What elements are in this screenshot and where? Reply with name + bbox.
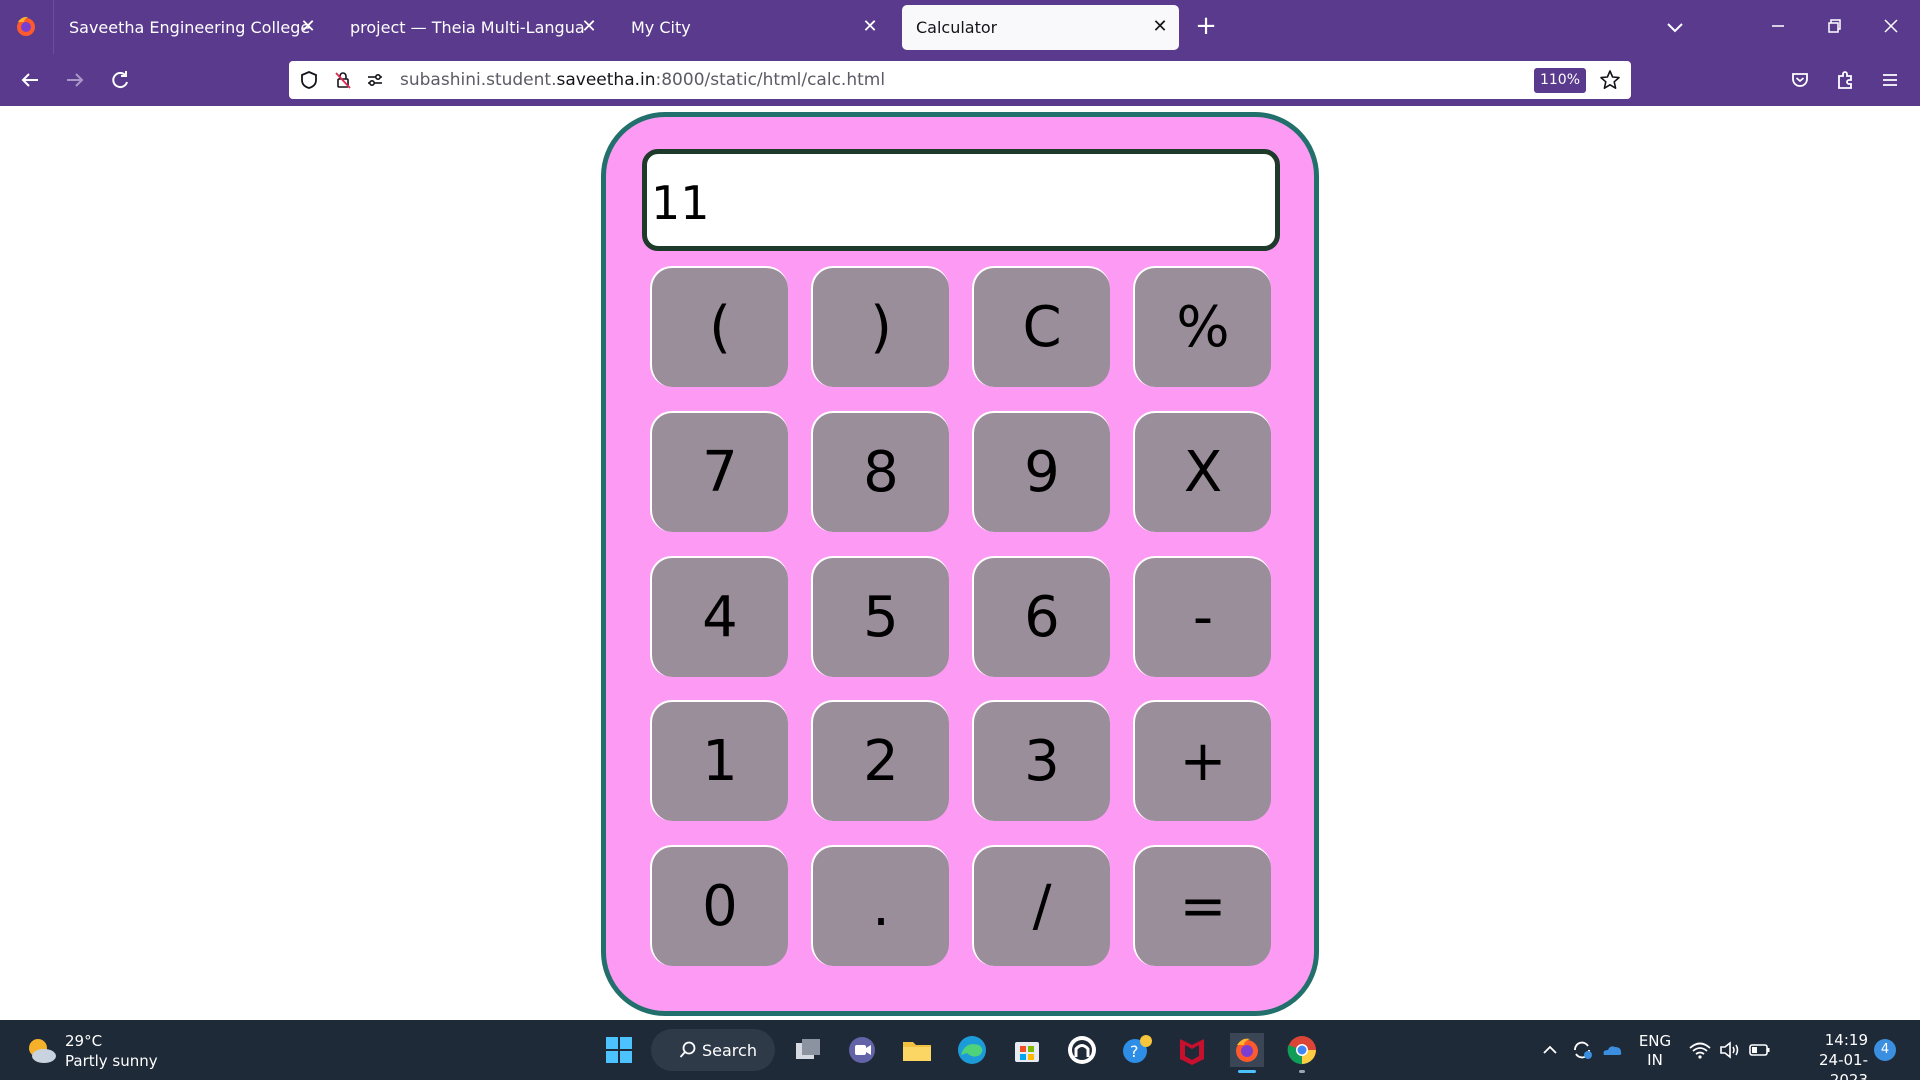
zoom-level-badge[interactable]: 110%	[1534, 68, 1586, 93]
key-0[interactable]: 0	[650, 845, 788, 966]
key-2[interactable]: 2	[811, 700, 949, 821]
volume-speaker-icon[interactable]	[1718, 1039, 1742, 1061]
extensions-puzzle-icon[interactable]	[1831, 66, 1859, 94]
task-view-icon[interactable]	[791, 1033, 825, 1067]
key-4[interactable]: 4	[650, 556, 788, 677]
weather-temperature: 29°C	[65, 1032, 103, 1050]
clock-date: 24-01-2023	[1819, 1051, 1868, 1089]
github-desktop-icon[interactable]	[1065, 1033, 1099, 1067]
battery-icon[interactable]	[1748, 1039, 1772, 1061]
new-tab-button[interactable]: +	[1192, 13, 1220, 41]
tab-calculator[interactable]: Calculator ✕	[902, 5, 1179, 50]
pocket-icon[interactable]	[1786, 66, 1814, 94]
show-hidden-icons-chevron-icon[interactable]	[1538, 1039, 1562, 1061]
restore-icon[interactable]	[1820, 12, 1848, 40]
address-bar[interactable]: subashini.student.saveetha.in:8000/stati…	[289, 61, 1631, 99]
key-equals[interactable]: =	[1133, 845, 1271, 966]
key-5[interactable]: 5	[811, 556, 949, 677]
search-icon	[679, 1041, 696, 1058]
navigation-toolbar: subashini.student.saveetha.in:8000/stati…	[0, 54, 1920, 106]
url-subdomain: subashini.student.	[400, 70, 557, 90]
key-close-paren[interactable]: )	[811, 266, 949, 387]
calculator-body: 11 ( ) C % 7 8 9 X 4 5 6 - 1 2 3 + 0 . /…	[601, 112, 1319, 1016]
firefox-logo-icon[interactable]	[12, 12, 40, 40]
tab-close-icon[interactable]: ✕	[1149, 16, 1171, 38]
tab-separator	[53, 0, 54, 54]
permissions-icon[interactable]	[365, 70, 385, 90]
tab-close-icon[interactable]: ✕	[578, 16, 600, 38]
running-app-indicator	[1299, 1070, 1305, 1073]
minimize-icon[interactable]	[1764, 12, 1792, 40]
tab-saveetha[interactable]: Saveetha Engineering College ✕	[55, 5, 327, 50]
key-1[interactable]: 1	[650, 700, 788, 821]
partly-sunny-icon	[29, 1039, 56, 1063]
clock-time: 14:19	[1824, 1031, 1868, 1049]
key-6[interactable]: 6	[972, 556, 1110, 677]
key-clear[interactable]: C	[972, 266, 1110, 387]
key-divide[interactable]: /	[972, 845, 1110, 966]
teams-chat-icon[interactable]	[845, 1033, 879, 1067]
language-code: ENG	[1638, 1032, 1672, 1050]
close-window-icon[interactable]	[1877, 12, 1905, 40]
list-all-tabs-icon[interactable]	[1662, 14, 1688, 40]
url-domain: saveetha.in	[556, 70, 656, 90]
system-clock[interactable]: 14:19 24-01-2023	[1788, 1030, 1868, 1090]
key-percent[interactable]: %	[1133, 266, 1271, 387]
tab-title: project — Theia Multi-Language Ex	[350, 18, 584, 37]
onedrive-cloud-icon[interactable]	[1600, 1039, 1624, 1061]
tab-close-icon[interactable]: ✕	[297, 16, 319, 38]
display-value: 11	[651, 176, 710, 230]
tab-title: My City	[631, 18, 691, 37]
windows-taskbar: 29°C Partly sunny Search ? ENG IN 14:19 …	[0, 1020, 1920, 1089]
calculator-display[interactable]: 11	[642, 149, 1280, 251]
firefox-taskbar-icon[interactable]	[1230, 1033, 1264, 1067]
key-subtract[interactable]: -	[1133, 556, 1271, 677]
hamburger-menu-icon[interactable]	[1876, 66, 1904, 94]
key-decimal[interactable]: .	[811, 845, 949, 966]
wifi-icon[interactable]	[1688, 1039, 1712, 1061]
tab-my-city[interactable]: My City ✕	[617, 5, 889, 50]
tracking-shield-icon[interactable]	[299, 70, 319, 90]
insecure-lock-icon[interactable]	[333, 70, 353, 90]
key-9[interactable]: 9	[972, 411, 1110, 532]
tab-theia-project[interactable]: project — Theia Multi-Language Ex ✕	[336, 5, 608, 50]
key-open-paren[interactable]: (	[650, 266, 788, 387]
get-help-icon[interactable]: ?	[1120, 1033, 1154, 1067]
forward-arrow-icon[interactable]	[61, 66, 89, 94]
file-explorer-icon[interactable]	[900, 1033, 934, 1067]
svg-text:?: ?	[1130, 1042, 1139, 1061]
key-add[interactable]: +	[1133, 700, 1271, 821]
sync-icon[interactable]	[1570, 1039, 1594, 1061]
tab-strip: Saveetha Engineering College ✕ project —…	[0, 0, 1920, 54]
microsoft-store-icon[interactable]	[1010, 1033, 1044, 1067]
key-multiply[interactable]: X	[1133, 411, 1271, 532]
url-text[interactable]: subashini.student.saveetha.in:8000/stati…	[400, 70, 885, 90]
input-language-indicator[interactable]: ENG IN	[1638, 1032, 1672, 1070]
reload-icon[interactable]	[106, 66, 134, 94]
windows-start-icon[interactable]	[602, 1033, 636, 1067]
key-7[interactable]: 7	[650, 411, 788, 532]
tab-title: Saveetha Engineering College	[69, 18, 311, 37]
key-8[interactable]: 8	[811, 411, 949, 532]
key-3[interactable]: 3	[972, 700, 1110, 821]
edge-browser-icon[interactable]	[955, 1033, 989, 1067]
region-code: IN	[1647, 1051, 1663, 1069]
active-app-indicator	[1238, 1070, 1256, 1073]
chrome-icon[interactable]	[1285, 1033, 1319, 1067]
back-arrow-icon[interactable]	[16, 66, 44, 94]
page-viewport: 11 ( ) C % 7 8 9 X 4 5 6 - 1 2 3 + 0 . /…	[0, 106, 1920, 1020]
url-path: :8000/static/html/calc.html	[655, 70, 886, 90]
tab-title: Calculator	[916, 18, 998, 37]
bookmark-star-icon[interactable]	[1599, 69, 1621, 91]
mcafee-icon[interactable]	[1175, 1033, 1209, 1067]
search-label: Search	[702, 1041, 757, 1060]
tab-close-icon[interactable]: ✕	[859, 16, 881, 38]
taskbar-search-button[interactable]: Search	[651, 1029, 775, 1071]
notification-count-badge[interactable]: 4	[1874, 1039, 1896, 1061]
weather-description: Partly sunny	[65, 1052, 158, 1070]
